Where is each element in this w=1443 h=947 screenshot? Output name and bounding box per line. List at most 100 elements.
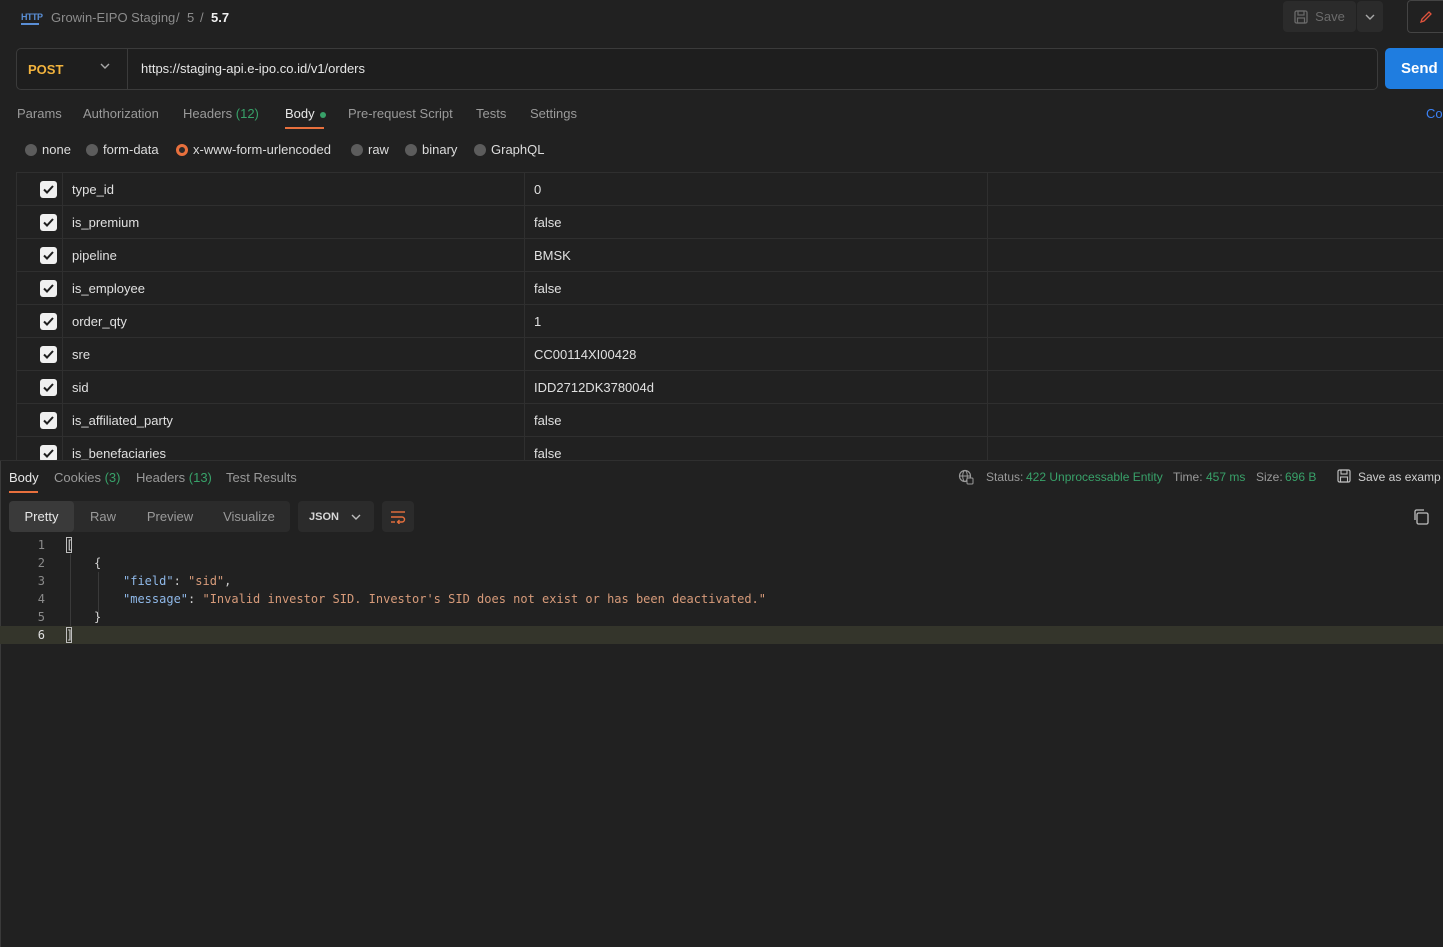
edit-button[interactable] xyxy=(1407,0,1443,33)
cookies-link[interactable]: Co xyxy=(1426,106,1443,121)
format-label: JSON xyxy=(309,510,339,523)
breadcrumb-separator: / xyxy=(176,10,180,25)
field-value[interactable]: false xyxy=(534,413,561,428)
response-tab-body[interactable]: Body xyxy=(9,470,39,485)
row-enabled-checkbox[interactable] xyxy=(40,379,57,396)
field-key[interactable]: is_benefaciaries xyxy=(72,446,166,461)
radio-circle xyxy=(25,143,37,156)
row-enabled-checkbox[interactable] xyxy=(40,247,57,264)
floppy-disk-icon xyxy=(1294,9,1308,24)
field-value[interactable]: IDD2712DK378004d xyxy=(534,380,654,395)
code-line: 5 } xyxy=(0,608,1443,626)
tab-tests[interactable]: Tests xyxy=(476,106,506,121)
save-as-example-button[interactable]: Save as examp xyxy=(1358,470,1441,484)
field-key[interactable]: order_qty xyxy=(72,314,127,329)
radio-graphql[interactable]: GraphQL xyxy=(474,142,544,157)
radio-x-www-form-urlencoded[interactable]: x-www-form-urlencoded xyxy=(176,142,331,157)
time-value[interactable]: 457 ms xyxy=(1206,470,1245,484)
tab-settings[interactable]: Settings xyxy=(530,106,577,121)
field-value[interactable]: 0 xyxy=(534,182,541,197)
tab-params[interactable]: Params xyxy=(17,106,62,121)
wrap-lines-button[interactable] xyxy=(382,501,414,532)
checkmark-icon xyxy=(43,383,54,392)
radio-label: raw xyxy=(368,142,389,157)
breadcrumb-folder[interactable]: 5 xyxy=(187,10,194,25)
field-key[interactable]: sre xyxy=(72,347,90,362)
tab-prerequest-script[interactable]: Pre-request Script xyxy=(348,106,453,121)
save-button[interactable]: Save xyxy=(1283,1,1356,32)
row-enabled-checkbox[interactable] xyxy=(40,181,57,198)
field-key[interactable]: is_employee xyxy=(72,281,145,296)
breadcrumb-request-name[interactable]: 5.7 xyxy=(211,10,229,25)
response-tab-headers[interactable]: Headers (13) xyxy=(136,470,212,485)
view-pretty-button[interactable]: Pretty xyxy=(9,501,74,532)
field-key[interactable]: is_affiliated_party xyxy=(72,413,173,428)
radio-raw[interactable]: raw xyxy=(351,142,389,157)
row-enabled-checkbox[interactable] xyxy=(40,412,57,429)
response-tab-test-results[interactable]: Test Results xyxy=(226,470,297,485)
field-value[interactable]: 1 xyxy=(534,314,541,329)
pencil-icon xyxy=(1419,10,1432,23)
radio-none[interactable]: none xyxy=(25,142,71,157)
code-line: 2 { xyxy=(0,554,1443,572)
method-selector[interactable]: POST xyxy=(17,49,128,89)
response-headers-count: (13) xyxy=(188,470,212,485)
copy-icon[interactable] xyxy=(1412,508,1430,526)
radio-form-data[interactable]: form-data xyxy=(86,142,159,157)
row-enabled-checkbox[interactable] xyxy=(40,313,57,330)
divider xyxy=(0,461,1,947)
field-value[interactable]: false xyxy=(534,446,561,461)
row-enabled-checkbox[interactable] xyxy=(40,346,57,363)
breadcrumb-collection[interactable]: Growin-EIPO Staging xyxy=(51,10,175,25)
chevron-down-icon xyxy=(1365,14,1375,20)
response-tab-cookies[interactable]: Cookies (3) xyxy=(54,470,120,485)
table-row: pipeline BMSK xyxy=(16,239,1443,272)
globe-network-icon[interactable] xyxy=(958,469,974,485)
chevron-down-icon xyxy=(100,63,110,69)
row-enabled-checkbox[interactable] xyxy=(40,214,57,231)
field-value[interactable]: false xyxy=(534,281,561,296)
field-value[interactable]: false xyxy=(534,215,561,230)
code-text: } xyxy=(94,610,102,624)
chevron-down-icon xyxy=(351,514,361,520)
radio-label: binary xyxy=(422,142,458,157)
url-input[interactable]: https://staging-api.e-ipo.co.id/v1/order… xyxy=(129,49,1341,89)
size-value[interactable]: 696 B xyxy=(1285,470,1316,484)
format-dropdown[interactable]: JSON xyxy=(298,501,374,532)
field-key[interactable]: sid xyxy=(72,380,89,395)
tab-authorization[interactable]: Authorization xyxy=(83,106,159,121)
code-line: 1 [ xyxy=(0,536,1443,554)
radio-circle xyxy=(351,143,363,156)
status-value[interactable]: 422 Unprocessable Entity xyxy=(1026,470,1163,484)
table-row: is_benefaciaries false xyxy=(16,437,1443,461)
radio-circle-selected xyxy=(176,143,188,156)
radio-binary[interactable]: binary xyxy=(405,142,457,157)
radio-label: form-data xyxy=(103,142,159,157)
radio-circle xyxy=(86,143,98,156)
checkmark-icon xyxy=(43,251,54,260)
tab-body-label: Body xyxy=(285,106,315,121)
field-value[interactable]: BMSK xyxy=(534,248,571,263)
view-preview-button[interactable]: Preview xyxy=(138,501,202,532)
status-label: Status: xyxy=(986,470,1024,484)
radio-circle xyxy=(474,143,486,156)
row-enabled-checkbox[interactable] xyxy=(40,445,57,461)
table-row: sre CC00114XI00428 xyxy=(16,338,1443,371)
table-row: is_employee false xyxy=(16,272,1443,305)
tab-body[interactable]: Body xyxy=(285,106,326,121)
view-raw-button[interactable]: Raw xyxy=(80,501,126,532)
save-options-dropdown[interactable] xyxy=(1357,1,1383,32)
row-enabled-checkbox[interactable] xyxy=(40,280,57,297)
view-visualize-button[interactable]: Visualize xyxy=(214,501,284,532)
table-row: order_qty 1 xyxy=(16,305,1443,338)
tab-headers[interactable]: Headers (12) xyxy=(183,106,259,121)
active-tab-indicator xyxy=(285,127,324,129)
headers-count: (12) xyxy=(235,106,259,121)
field-key[interactable]: pipeline xyxy=(72,248,117,263)
pane-resize-handle[interactable] xyxy=(0,460,1443,461)
field-value[interactable]: CC00114XI00428 xyxy=(534,347,636,362)
field-key[interactable]: type_id xyxy=(72,182,114,197)
send-button[interactable]: Send xyxy=(1385,48,1443,89)
field-key[interactable]: is_premium xyxy=(72,215,139,230)
checkmark-icon xyxy=(43,350,54,359)
